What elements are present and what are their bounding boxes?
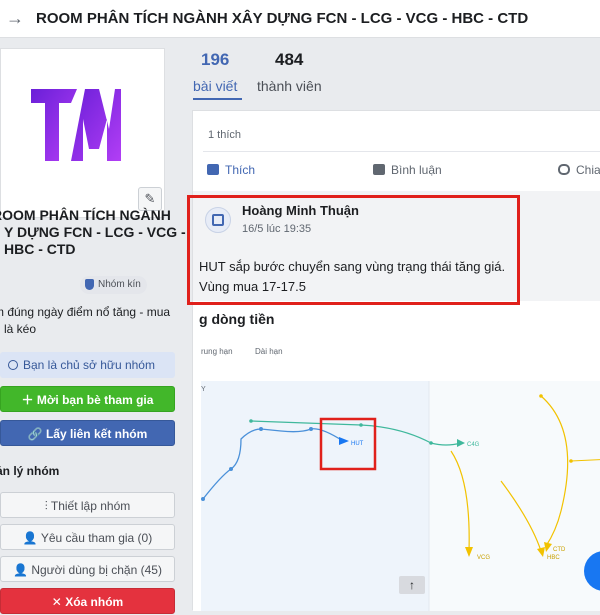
label-hut: HUT bbox=[351, 441, 364, 447]
members-count: 484 bbox=[275, 50, 304, 69]
get-group-link-label: Lấy liên kết nhóm bbox=[45, 427, 148, 441]
get-group-link-button[interactable]: 🔗 Lấy liên kết nhóm bbox=[0, 420, 175, 446]
close-icon: ✕ bbox=[51, 595, 66, 609]
join-requests-button[interactable]: 👤 Yêu cầu tham gia (0) bbox=[0, 524, 175, 550]
left-sidebar: ✎ ROOM PHÂN TÍCH NGÀNH Y DỰNG FCN - LCG … bbox=[0, 38, 186, 614]
globe-icon bbox=[8, 360, 18, 370]
chart-tab-long: Dài hạn bbox=[255, 347, 283, 356]
user-block-icon: 👤 bbox=[13, 563, 32, 577]
join-requests-label: Yêu cầu tham gia (0) bbox=[40, 531, 153, 545]
group-settings-label: Thiết lập nhóm bbox=[50, 499, 131, 513]
series-hut-point bbox=[201, 497, 205, 501]
comment-button[interactable]: Bình luận bbox=[373, 163, 442, 177]
series-extra-point bbox=[569, 459, 573, 463]
series-c4g-point bbox=[249, 419, 253, 423]
privacy-badge-label: Nhóm kín bbox=[98, 279, 141, 290]
label-hbc: HBC bbox=[547, 555, 560, 561]
chart-tab-short: rung hạn bbox=[201, 347, 233, 356]
series-c4g-point bbox=[359, 423, 363, 427]
active-tab-indicator bbox=[193, 98, 242, 100]
label-ctd: CTD bbox=[553, 547, 566, 553]
comment-highlight-box bbox=[187, 195, 520, 305]
top-bar: → ROOM PHÂN TÍCH NGÀNH XÂY DỰNG FCN - LC… bbox=[0, 0, 600, 38]
management-heading: ản lý nhóm bbox=[0, 464, 60, 478]
privacy-badge: Nhóm kín bbox=[80, 276, 147, 294]
series-c4g-point bbox=[429, 441, 433, 445]
thumbs-up-icon bbox=[207, 164, 219, 175]
group-name-line-2: Y DỰNG FCN - LCG - VCG - bbox=[4, 224, 186, 240]
chart-quadrant-left bbox=[201, 381, 429, 611]
owner-notice-label: Bạn là chủ sở hữu nhóm bbox=[23, 358, 155, 372]
post-card: 1 thích Thích Bình luận Chia Hoàng Minh … bbox=[192, 110, 600, 611]
group-description-line-1: m đúng ngày điểm nổ tăng - mua bbox=[0, 305, 171, 319]
invite-friends-button[interactable]: ＋ Mời bạn bè tham gia bbox=[0, 386, 175, 412]
posts-count: 196 bbox=[201, 50, 230, 69]
divider bbox=[203, 151, 600, 152]
delete-group-button[interactable]: ✕ Xóa nhóm bbox=[0, 588, 175, 614]
chart-image: g dòng tiền rung hạn Dài hạn Y HUT C4G V… bbox=[193, 301, 600, 611]
group-cover: ✎ bbox=[0, 48, 165, 218]
share-button[interactable]: Chia bbox=[558, 163, 600, 177]
plus-icon: ＋ bbox=[21, 393, 37, 407]
chart-corner-label: Y bbox=[201, 386, 206, 393]
like-button[interactable]: Thích bbox=[207, 163, 255, 177]
link-icon bbox=[558, 164, 570, 175]
series-hut-point bbox=[309, 427, 313, 431]
scroll-top-button[interactable]: ↑ bbox=[399, 576, 425, 594]
back-arrow-icon[interactable]: → bbox=[6, 8, 24, 29]
likes-count[interactable]: 1 thích bbox=[208, 129, 241, 141]
share-label: Chia bbox=[576, 163, 600, 177]
blocked-users-button[interactable]: 👤 Người dùng bị chặn (45) bbox=[0, 556, 175, 582]
group-description: m đúng ngày điểm nổ tăng - mua g là kéo bbox=[0, 304, 170, 338]
pencil-icon: ✎ bbox=[144, 191, 156, 206]
like-label: Thích bbox=[225, 163, 256, 177]
label-vcg: VCG bbox=[477, 555, 490, 561]
invite-friends-label: Mời bạn bè tham gia bbox=[36, 393, 154, 407]
comment-label: Bình luận bbox=[391, 163, 442, 177]
tab-members[interactable]: thành viên bbox=[257, 78, 322, 94]
comment-icon bbox=[373, 164, 385, 175]
group-name-line-3: HBC - CTD bbox=[4, 241, 76, 257]
user-add-icon: 👤 bbox=[22, 531, 41, 545]
chart-title: g dòng tiền bbox=[199, 311, 275, 327]
group-settings-button[interactable]: ⫶ Thiết lập nhóm bbox=[0, 492, 175, 518]
series-ctd-point bbox=[539, 394, 543, 398]
group-description-line-2: g là kéo bbox=[0, 322, 37, 336]
group-title: ROOM PHÂN TÍCH NGÀNH XÂY DỰNG FCN - LCG … bbox=[36, 10, 529, 27]
blocked-users-label: Người dùng bị chặn (45) bbox=[31, 563, 162, 577]
delete-group-label: Xóa nhóm bbox=[65, 595, 124, 609]
shield-icon bbox=[85, 279, 94, 290]
group-name-line-1: ROOM PHÂN TÍCH NGÀNH bbox=[0, 207, 171, 223]
series-hut-point bbox=[229, 467, 233, 471]
chart-quadrant-right bbox=[429, 381, 600, 611]
label-c4g: C4G bbox=[467, 442, 480, 448]
tab-posts[interactable]: bài viết bbox=[193, 78, 237, 94]
arrow-up-icon: ↑ bbox=[409, 578, 415, 592]
owner-notice: Bạn là chủ sở hữu nhóm bbox=[0, 352, 175, 378]
group-logo bbox=[31, 89, 121, 161]
link-icon: 🔗 bbox=[27, 427, 46, 441]
series-hut-point bbox=[259, 427, 263, 431]
